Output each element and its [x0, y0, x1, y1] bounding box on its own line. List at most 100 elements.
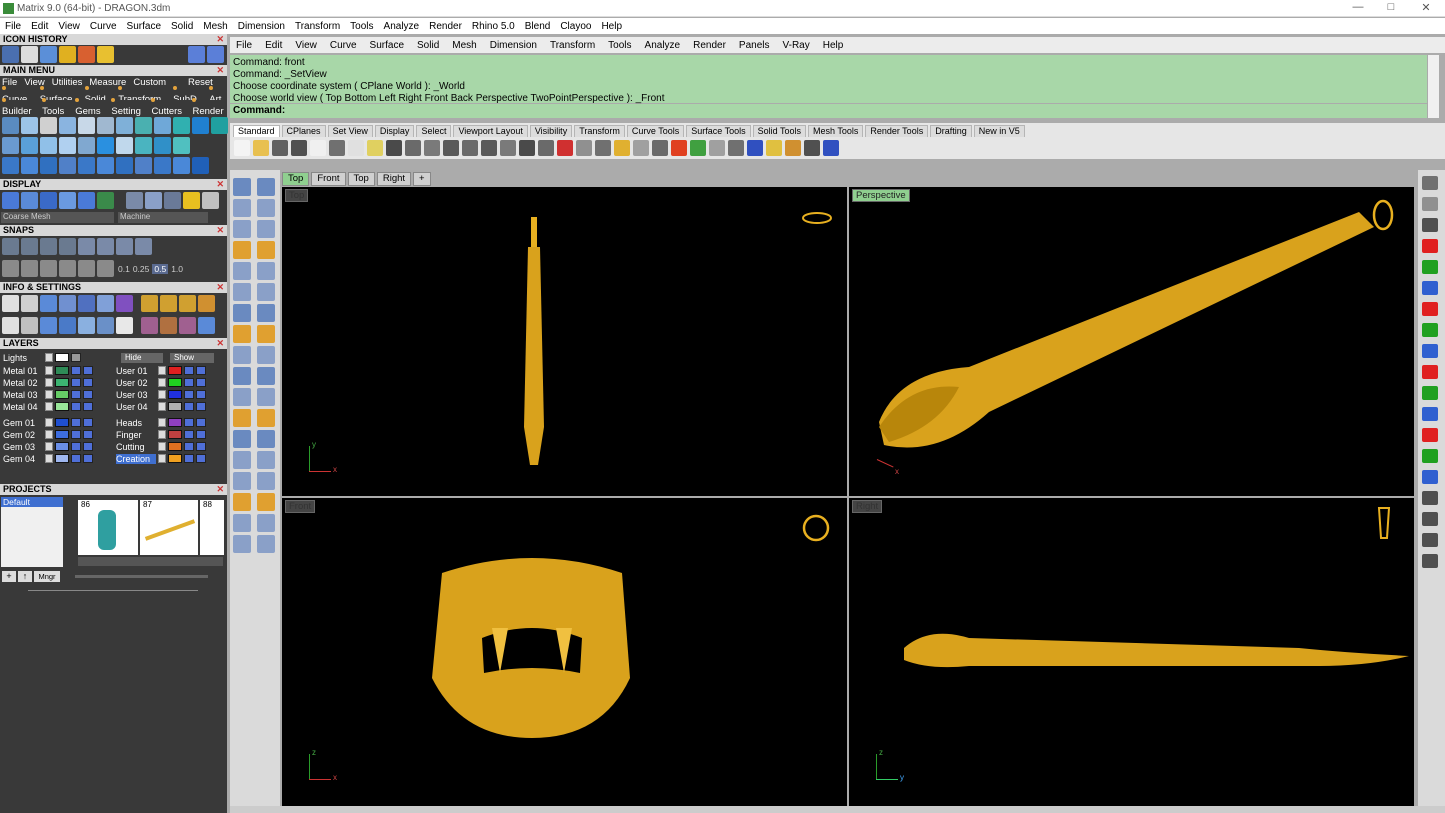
- minimize-icon[interactable]: —: [1343, 1, 1373, 13]
- tool-icon[interactable]: [233, 430, 251, 448]
- toolbar-tab[interactable]: Drafting: [930, 125, 972, 137]
- toolbar-tab[interactable]: Viewport Layout: [453, 125, 528, 137]
- expand-arrow[interactable]: [158, 430, 166, 439]
- layer-row[interactable]: Metal 02: [3, 377, 93, 388]
- snap-value[interactable]: 0.1: [118, 264, 130, 274]
- command-scrollbar[interactable]: [1427, 55, 1439, 118]
- menu-item[interactable]: View: [295, 40, 317, 51]
- tool-icon[interactable]: [233, 409, 251, 427]
- tool-icon[interactable]: [192, 157, 209, 174]
- tool-icon[interactable]: [116, 157, 133, 174]
- tool-icon[interactable]: [21, 137, 38, 154]
- view-tool-icon[interactable]: [1422, 428, 1438, 442]
- tool-icon[interactable]: [78, 157, 95, 174]
- visibility-icon[interactable]: [83, 454, 93, 463]
- expand-arrow[interactable]: [45, 390, 53, 399]
- view-tool-icon[interactable]: [1422, 512, 1438, 526]
- layer-row[interactable]: User 04: [116, 401, 206, 412]
- info-icon[interactable]: [116, 317, 133, 334]
- menu-item[interactable]: Surface: [370, 40, 404, 51]
- layer-color-swatch[interactable]: [168, 430, 182, 439]
- lock-icon[interactable]: [71, 390, 81, 399]
- view-tool-icon[interactable]: [1422, 323, 1438, 337]
- visibility-icon[interactable]: [196, 390, 206, 399]
- tool-icon[interactable]: [257, 283, 275, 301]
- toolbar-icon[interactable]: [519, 140, 535, 156]
- tool-icon[interactable]: [173, 137, 190, 154]
- tool-icon[interactable]: [59, 137, 76, 154]
- visibility-icon[interactable]: [196, 454, 206, 463]
- visibility-icon[interactable]: [83, 378, 93, 387]
- tool-icon[interactable]: [154, 157, 171, 174]
- lock-icon[interactable]: [71, 430, 81, 439]
- lock-icon[interactable]: [71, 454, 81, 463]
- tool-icon[interactable]: [40, 117, 57, 134]
- tool-icon[interactable]: [2, 137, 19, 154]
- tool-icon[interactable]: [257, 367, 275, 385]
- menu-item[interactable]: Edit: [265, 40, 282, 51]
- tool-icon[interactable]: [233, 514, 251, 532]
- toolbar-icon[interactable]: [576, 140, 592, 156]
- lights-swatch[interactable]: [55, 353, 69, 362]
- tool-icon[interactable]: [78, 117, 95, 134]
- toolbar-tab[interactable]: Display: [374, 125, 415, 137]
- thumbnail-86[interactable]: 86: [78, 500, 138, 555]
- tool-icon[interactable]: [97, 117, 114, 134]
- tool-icon[interactable]: [257, 262, 275, 280]
- toolbar-icon[interactable]: [405, 140, 421, 156]
- tool-icon[interactable]: [173, 117, 190, 134]
- tool-icon[interactable]: [233, 493, 251, 511]
- visibility-icon[interactable]: [83, 442, 93, 451]
- visibility-icon[interactable]: [196, 430, 206, 439]
- viewport-front[interactable]: Front zx: [282, 498, 847, 806]
- snap-icon[interactable]: [21, 238, 38, 255]
- view-tool-icon[interactable]: [1422, 239, 1438, 253]
- view-tool-icon[interactable]: [1422, 365, 1438, 379]
- tool-icon[interactable]: [233, 346, 251, 364]
- tool-icon[interactable]: [135, 157, 152, 174]
- tool-icon[interactable]: [257, 388, 275, 406]
- tool-icon[interactable]: [233, 283, 251, 301]
- viewport-top[interactable]: Top yx: [282, 187, 847, 496]
- toolbar-tab[interactable]: Visibility: [529, 125, 573, 137]
- info-icon[interactable]: [59, 295, 76, 312]
- tool-icon[interactable]: [78, 137, 95, 154]
- viewport-tab[interactable]: Top: [347, 172, 375, 186]
- main-menu-item[interactable]: Setting: [111, 95, 144, 117]
- toolbar-icon[interactable]: [443, 140, 459, 156]
- visibility-icon[interactable]: [83, 418, 93, 427]
- display-icon[interactable]: [78, 192, 95, 209]
- tool-icon[interactable]: [173, 157, 190, 174]
- toolbar-icon[interactable]: [329, 140, 345, 156]
- view-tool-icon[interactable]: [1422, 386, 1438, 400]
- expand-arrow[interactable]: [45, 430, 53, 439]
- toolbar-icon[interactable]: [728, 140, 744, 156]
- main-menu-item[interactable]: Tools: [42, 95, 68, 117]
- menu-item[interactable]: Panels: [739, 40, 770, 51]
- thumbnail-scrollbar[interactable]: [75, 575, 208, 578]
- info-icon[interactable]: [160, 295, 177, 312]
- tool-icon[interactable]: [257, 409, 275, 427]
- menu-item[interactable]: Transform: [550, 40, 595, 51]
- toolbar-icon[interactable]: [652, 140, 668, 156]
- expand-arrow[interactable]: [45, 454, 53, 463]
- layer-color-swatch[interactable]: [168, 402, 182, 411]
- toolbar-icon[interactable]: [557, 140, 573, 156]
- tool-icon[interactable]: [135, 137, 152, 154]
- snap-icon[interactable]: [78, 260, 95, 277]
- toolbar-icon[interactable]: [424, 140, 440, 156]
- menu-item[interactable]: Mesh: [452, 40, 476, 51]
- top-menu-item[interactable]: Analyze: [384, 21, 420, 32]
- viewport-right[interactable]: Right zy: [849, 498, 1414, 806]
- expand-arrow[interactable]: [158, 442, 166, 451]
- top-menu-item[interactable]: Mesh: [203, 21, 227, 32]
- material-icon[interactable]: [145, 192, 162, 209]
- tool-icon[interactable]: [116, 137, 133, 154]
- visibility-icon[interactable]: [83, 402, 93, 411]
- layer-row[interactable]: Metal 01: [3, 365, 93, 376]
- material-icon[interactable]: [164, 192, 181, 209]
- tool-icon[interactable]: [257, 451, 275, 469]
- toolbar-tab[interactable]: Surface Tools: [686, 125, 751, 137]
- info-icon[interactable]: [198, 295, 215, 312]
- view-tool-icon[interactable]: [1422, 554, 1438, 568]
